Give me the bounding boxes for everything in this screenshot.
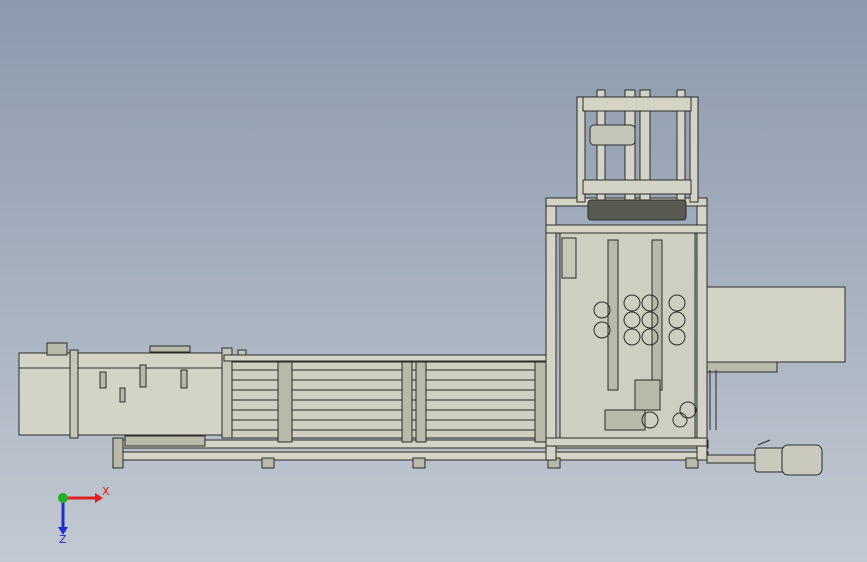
y-axis-dot bbox=[58, 493, 68, 503]
cylinder-vertical bbox=[561, 237, 577, 279]
cad-viewport[interactable]: X Z bbox=[0, 0, 867, 562]
base-foot-right bbox=[685, 457, 699, 469]
cylinder bbox=[139, 364, 147, 388]
gripper-crossbar bbox=[582, 179, 692, 195]
x-axis-label: X bbox=[102, 485, 110, 498]
tower-frame-right-post bbox=[696, 197, 708, 461]
tower-gear-block bbox=[634, 379, 661, 411]
track-top-rail bbox=[223, 354, 551, 362]
z-axis-label: Z bbox=[59, 533, 67, 544]
motor-body bbox=[781, 444, 823, 476]
gripper-roller bbox=[589, 124, 636, 146]
axis-triad: X Z bbox=[58, 485, 110, 544]
infeed-guard-plate bbox=[46, 342, 68, 356]
drive-unit bbox=[124, 435, 206, 447]
gripper-top-bar bbox=[582, 96, 692, 112]
machine-model-view[interactable] bbox=[0, 0, 867, 562]
track-support bbox=[534, 361, 548, 443]
tower-frame-crossbar bbox=[545, 224, 708, 234]
track-support bbox=[401, 361, 413, 443]
cylinder bbox=[180, 369, 188, 389]
base-foot bbox=[261, 457, 275, 469]
track-support bbox=[277, 361, 293, 443]
infeed-post bbox=[69, 349, 79, 439]
tower-motor-block bbox=[604, 409, 646, 431]
base-foot bbox=[412, 457, 426, 469]
gearbox bbox=[754, 447, 786, 473]
gripper-jaw bbox=[587, 199, 687, 221]
tower-frame-bottom bbox=[545, 437, 708, 447]
tower-shaft bbox=[607, 239, 619, 391]
tower-shaft bbox=[651, 239, 663, 391]
base-frame-rail-lower bbox=[112, 451, 709, 461]
outfeed-mount bbox=[706, 361, 778, 373]
cylinder bbox=[119, 387, 126, 403]
base-foot-left bbox=[112, 437, 124, 469]
cylinder bbox=[99, 371, 107, 389]
tower-inner-plate bbox=[559, 232, 696, 439]
motor-shaft-tube bbox=[706, 454, 758, 464]
infeed-bracket bbox=[149, 345, 191, 353]
track-support bbox=[415, 361, 427, 443]
outfeed-housing bbox=[706, 286, 846, 363]
tower-frame-left-post bbox=[545, 197, 557, 461]
